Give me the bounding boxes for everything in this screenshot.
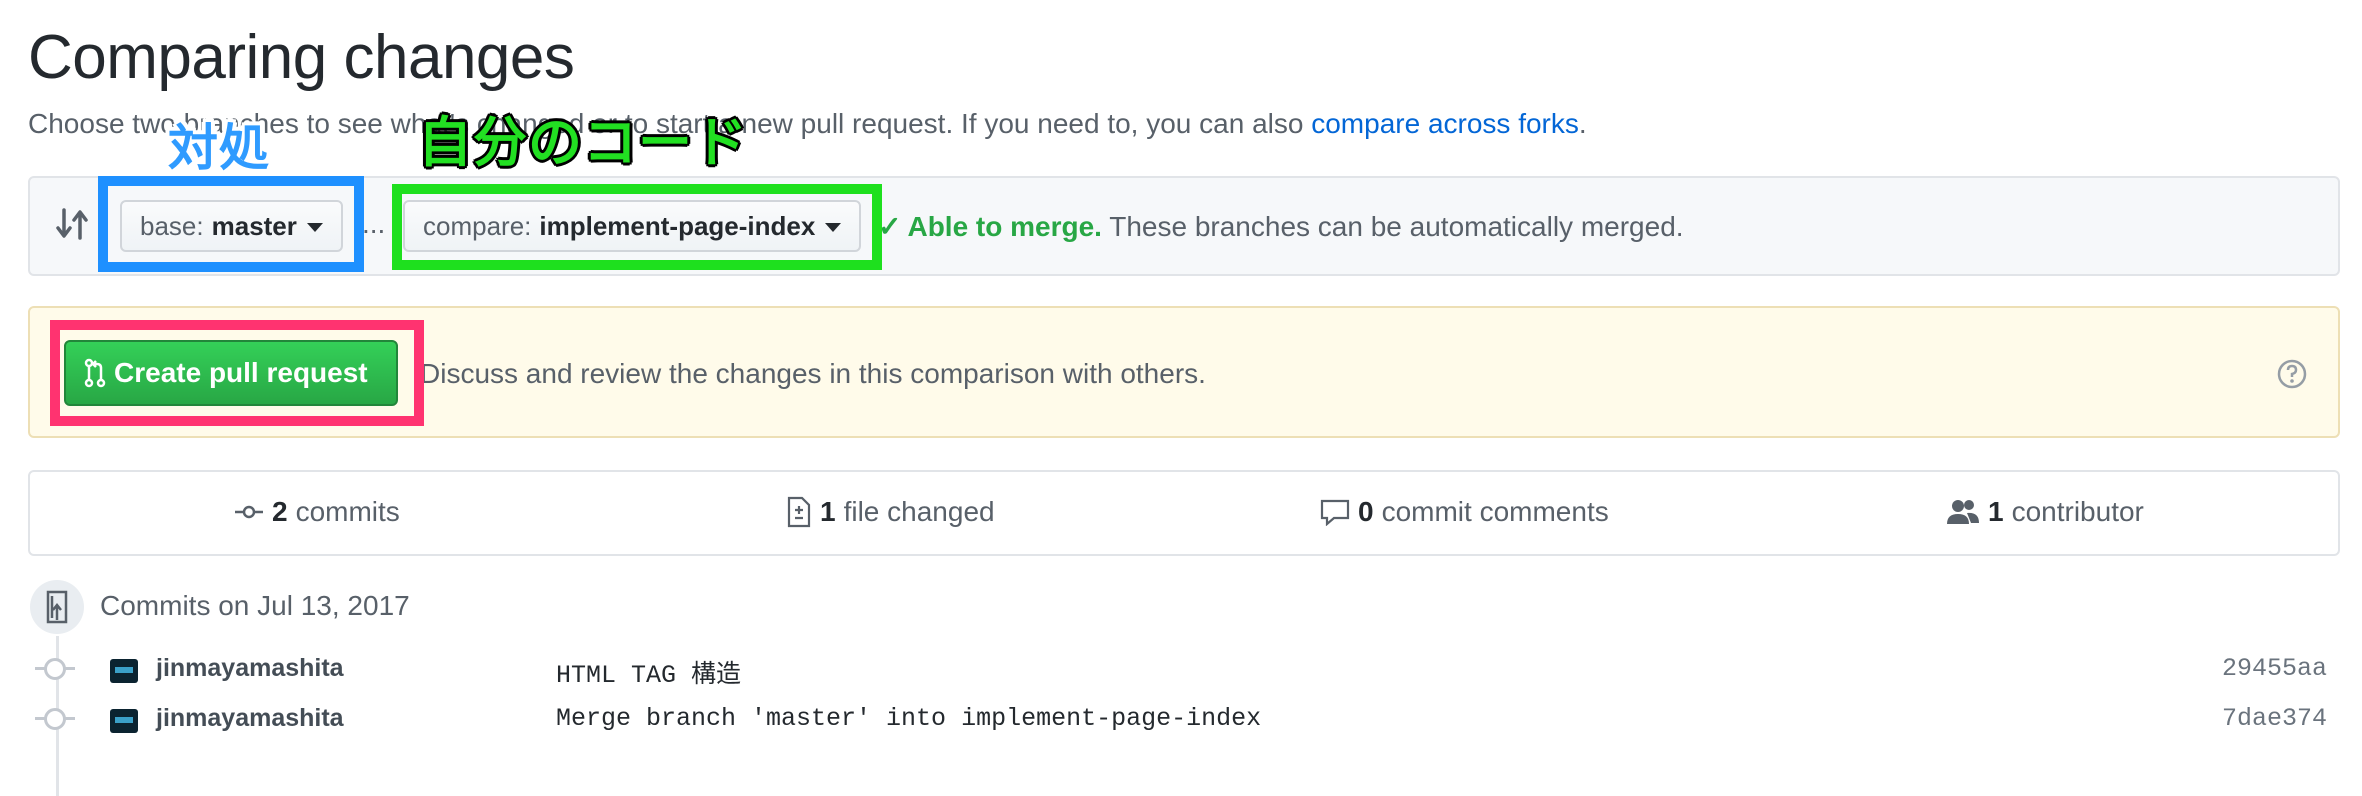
page-title: Comparing changes [28, 23, 575, 92]
files-count: 1 [820, 496, 836, 527]
commit-author[interactable]: jinmayamashita [156, 654, 344, 683]
compare-highlight-box [392, 184, 882, 270]
compare-across-forks-link[interactable]: compare across forks [1311, 108, 1579, 139]
subtitle-suffix: . [1578, 108, 1587, 139]
merge-status-label: Able to merge. [907, 211, 1102, 242]
commits-label: commits [295, 496, 400, 527]
base-highlight-box [98, 176, 364, 272]
create-highlight-box [50, 320, 424, 426]
compare-callout-label: 自分のコード [418, 113, 748, 173]
commit-icon [235, 505, 263, 519]
commit-sha[interactable]: 7dae374 [2222, 704, 2327, 733]
range-separator: ... [362, 208, 386, 239]
avatar[interactable] [110, 709, 138, 733]
commit-dot-icon [35, 708, 75, 730]
commit-author[interactable]: jinmayamashita [156, 704, 344, 733]
comments-count: 0 [1358, 496, 1374, 527]
contributors-label: contributor [2011, 496, 2144, 527]
people-icon [1947, 500, 1979, 524]
merge-status: ✓ Able to merge. These branches can be au… [878, 210, 1684, 243]
repo-push-icon [30, 580, 84, 634]
files-label: file changed [843, 496, 995, 527]
commits-date-heading: Commits on Jul 13, 2017 [100, 590, 410, 621]
flash-text: Discuss and review the changes in this c… [420, 358, 1206, 389]
commit-dot-icon [35, 658, 75, 680]
commit-message[interactable]: HTML TAG 構造 [556, 654, 741, 690]
files-changed-tab[interactable]: 1 file changed [786, 496, 995, 528]
commit-message[interactable]: Merge branch 'master' into implement-pag… [556, 704, 1261, 733]
question-icon[interactable] [2276, 358, 2308, 390]
contributors-tab[interactable]: 1 contributor [1946, 496, 2144, 528]
avatar[interactable] [110, 659, 138, 683]
compare-arrows-icon [52, 204, 92, 244]
commit-comments-tab[interactable]: 0 commit comments [1320, 496, 1609, 528]
contributors-count: 1 [1988, 496, 2004, 527]
comment-icon [1320, 499, 1350, 526]
merge-status-detail: These branches can be automatically merg… [1101, 211, 1684, 242]
commits-count: 2 [272, 496, 288, 527]
base-callout-label: 対処 [168, 120, 270, 176]
commit-sha[interactable]: 29455aa [2222, 654, 2327, 683]
comments-label: commit comments [1381, 496, 1609, 527]
file-diff-icon [787, 496, 811, 528]
commits-tab[interactable]: 2 commits [234, 496, 400, 528]
